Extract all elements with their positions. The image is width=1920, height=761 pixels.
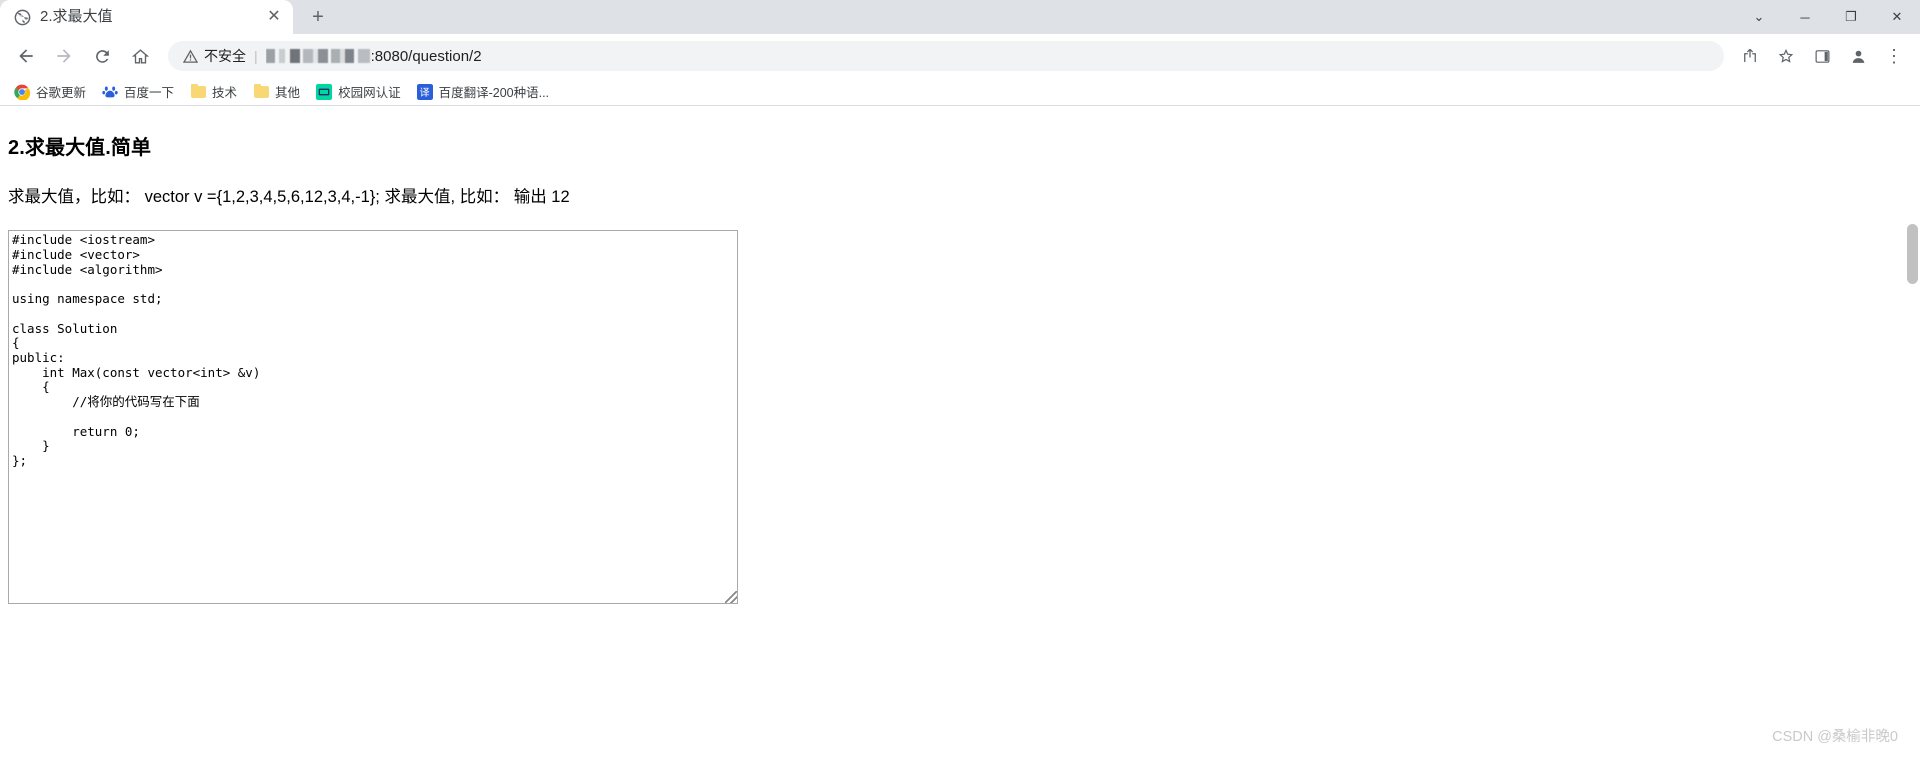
minimize-button[interactable]: ─ bbox=[1782, 0, 1828, 34]
profile-avatar-icon[interactable] bbox=[1842, 40, 1874, 72]
tab-search-icon[interactable]: ⌄ bbox=[1736, 0, 1782, 34]
chrome-logo-icon bbox=[14, 84, 30, 100]
baidu-paw-icon bbox=[102, 84, 118, 100]
omnibox-separator: | bbox=[254, 48, 258, 64]
bookmark-label: 其他 bbox=[275, 86, 301, 100]
home-button[interactable] bbox=[124, 40, 156, 72]
close-window-button[interactable]: ✕ bbox=[1874, 0, 1920, 34]
code-editor-wrapper: #include <iostream> #include <vector> #i… bbox=[8, 230, 738, 605]
close-icon[interactable]: ✕ bbox=[263, 6, 285, 28]
tab-strip: 2.求最大值 ✕ + ⌄ ─ ❐ ✕ bbox=[0, 0, 1920, 34]
address-bar[interactable]: 不安全 | :8080/question/2 bbox=[168, 41, 1724, 71]
bookmark-item-baidu[interactable]: 百度一下 bbox=[98, 81, 182, 103]
translate-glyph: 译 bbox=[416, 83, 433, 100]
security-status-text: 不安全 bbox=[204, 48, 246, 64]
bookmark-item-chrome-update[interactable]: 谷歌更新 bbox=[10, 81, 94, 103]
bookmark-item-campus-network[interactable]: 校园网认证 bbox=[312, 81, 409, 103]
forward-button[interactable] bbox=[48, 40, 80, 72]
csdn-watermark: CSDN @桑榆非晚0 bbox=[1772, 729, 1898, 745]
back-button[interactable] bbox=[10, 40, 42, 72]
browser-tab-active[interactable]: 2.求最大值 ✕ bbox=[0, 0, 293, 34]
browser-toolbar: 不安全 | :8080/question/2 ⋮ bbox=[0, 34, 1920, 78]
bookmark-label: 校园网认证 bbox=[338, 86, 401, 100]
url-tail: :8080/question/2 bbox=[370, 47, 482, 65]
browser-window: 2.求最大值 ✕ + ⌄ ─ ❐ ✕ 不安全 |:8080/question/… bbox=[0, 0, 1920, 761]
chrome-menu-icon[interactable]: ⋮ bbox=[1878, 40, 1910, 72]
page-scrollbar[interactable] bbox=[1905, 106, 1920, 760]
baidu-translate-icon: 译 bbox=[416, 83, 433, 100]
page-viewport: 2.求最大值.简单 求最大值，比如： vector v ={1,2,3,4,5,… bbox=[0, 106, 1920, 760]
url-redacted-host bbox=[265, 49, 370, 63]
folder-icon bbox=[190, 83, 206, 100]
bookmark-star-icon[interactable] bbox=[1770, 40, 1802, 72]
url-text: :8080/question/2 bbox=[265, 47, 482, 65]
bookmarks-bar: 谷歌更新 百度一下 技术 其他 校园网认证 译 百度翻译-200种语... bbox=[0, 78, 1920, 106]
bookmark-label: 谷歌更新 bbox=[36, 86, 87, 100]
toolbar-actions: ⋮ bbox=[1730, 40, 1910, 72]
tab-title: 2.求最大值 bbox=[40, 8, 113, 25]
question-description: 求最大值，比如： vector v ={1,2,3,4,5,6,12,3,4,-… bbox=[8, 188, 570, 206]
campus-network-icon bbox=[316, 83, 333, 100]
bookmark-label: 百度一下 bbox=[124, 86, 175, 100]
warning-triangle-icon[interactable] bbox=[182, 48, 198, 64]
bookmark-label: 技术 bbox=[212, 86, 238, 100]
sidepanel-icon[interactable] bbox=[1806, 40, 1838, 72]
bookmark-folder-tech[interactable]: 技术 bbox=[186, 81, 245, 103]
bookmark-item-baidu-translate[interactable]: 译 百度翻译-200种语... bbox=[413, 81, 557, 103]
share-icon[interactable] bbox=[1734, 40, 1766, 72]
new-tab-button[interactable]: + bbox=[301, 0, 335, 34]
reload-button[interactable] bbox=[86, 40, 118, 72]
maximize-button[interactable]: ❐ bbox=[1828, 0, 1874, 34]
bookmark-folder-other[interactable]: 其他 bbox=[249, 81, 308, 103]
page-content: 2.求最大值.简单 求最大值，比如： vector v ={1,2,3,4,5,… bbox=[0, 106, 1920, 605]
scrollbar-thumb[interactable] bbox=[1907, 224, 1918, 284]
window-controls: ⌄ ─ ❐ ✕ bbox=[1736, 0, 1920, 34]
page-title: 2.求最大值.简单 bbox=[8, 137, 152, 159]
globe-icon bbox=[14, 9, 31, 26]
bookmark-label: 百度翻译-200种语... bbox=[438, 86, 550, 100]
folder-icon bbox=[253, 83, 269, 100]
code-textarea[interactable]: #include <iostream> #include <vector> #i… bbox=[8, 230, 738, 605]
